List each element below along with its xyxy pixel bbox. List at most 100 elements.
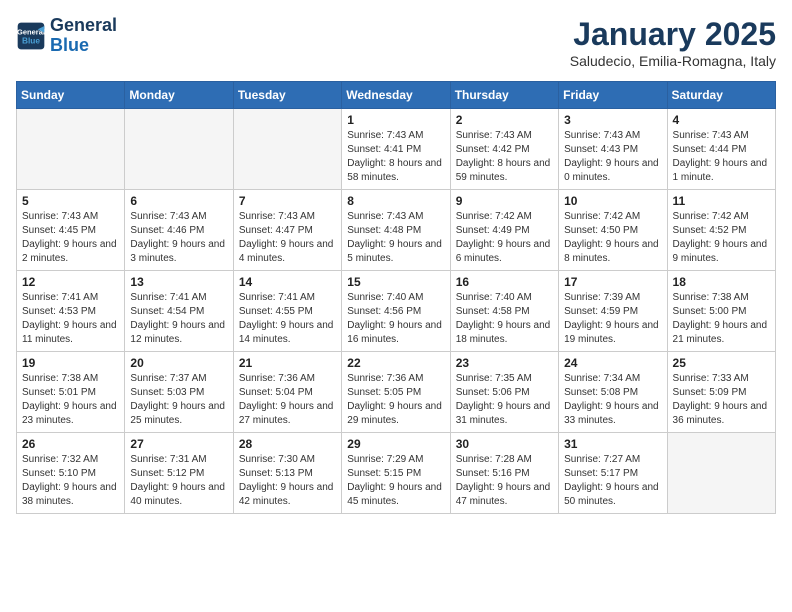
day-number: 22: [347, 356, 444, 370]
day-number: 5: [22, 194, 119, 208]
calendar-cell: 7 Sunrise: 7:43 AMSunset: 4:47 PMDaylight…: [233, 190, 341, 271]
day-number: 28: [239, 437, 336, 451]
calendar-title: January 2025: [570, 16, 776, 53]
page-header: General Blue General Blue January 2025 S…: [16, 16, 776, 69]
calendar-cell: 14 Sunrise: 7:41 AMSunset: 4:55 PMDayligh…: [233, 271, 341, 352]
calendar-cell: 11Sunrise: 7:42 AMSunset: 4:52 PMDayligh…: [667, 190, 775, 271]
calendar-cell: 22 Sunrise: 7:36 AMSunset: 5:05 PMDayligh…: [342, 352, 450, 433]
day-info: Sunrise: 7:43 AMSunset: 4:44 PMDaylight:…: [673, 129, 770, 185]
calendar-cell: [667, 433, 775, 514]
day-number: 11: [673, 194, 770, 208]
calendar-subtitle: Saludecio, Emilia-Romagna, Italy: [570, 53, 776, 69]
calendar-week-row: 19 Sunrise: 7:38 AMSunset: 5:01 PMDayligh…: [17, 352, 776, 433]
calendar-cell: 28 Sunrise: 7:30 AMSunset: 5:13 PMDayligh…: [233, 433, 341, 514]
calendar-cell: 8 Sunrise: 7:43 AMSunset: 4:48 PMDaylight…: [342, 190, 450, 271]
day-info: Sunrise: 7:40 AMSunset: 4:56 PMDaylight:…: [347, 291, 444, 347]
day-info: Sunrise: 7:30 AMSunset: 5:13 PMDaylight:…: [239, 453, 336, 509]
day-header-tuesday: Tuesday: [233, 82, 341, 109]
calendar-cell: 30 Sunrise: 7:28 AMSunset: 5:16 PMDayligh…: [450, 433, 558, 514]
day-number: 21: [239, 356, 336, 370]
calendar-cell: 18Sunrise: 7:38 AMSunset: 5:00 PMDayligh…: [667, 271, 775, 352]
calendar-cell: 25Sunrise: 7:33 AMSunset: 5:09 PMDayligh…: [667, 352, 775, 433]
day-info: Sunrise: 7:43 AMSunset: 4:43 PMDaylight:…: [564, 129, 661, 185]
day-info: Sunrise: 7:41 AMSunset: 4:54 PMDaylight:…: [130, 291, 227, 347]
calendar-table: SundayMondayTuesdayWednesdayThursdayFrid…: [16, 81, 776, 514]
day-number: 30: [456, 437, 553, 451]
day-info: Sunrise: 7:42 AMSunset: 4:49 PMDaylight:…: [456, 210, 553, 266]
day-info: Sunrise: 7:42 AMSunset: 4:50 PMDaylight:…: [564, 210, 661, 266]
day-info: Sunrise: 7:33 AMSunset: 5:09 PMDaylight:…: [673, 372, 770, 428]
calendar-cell: 31 Sunrise: 7:27 AMSunset: 5:17 PMDayligh…: [559, 433, 667, 514]
calendar-week-row: 1 Sunrise: 7:43 AMSunset: 4:41 PMDaylight…: [17, 109, 776, 190]
day-header-thursday: Thursday: [450, 82, 558, 109]
calendar-cell: 6 Sunrise: 7:43 AMSunset: 4:46 PMDaylight…: [125, 190, 233, 271]
calendar-week-row: 26 Sunrise: 7:32 AMSunset: 5:10 PMDayligh…: [17, 433, 776, 514]
day-info: Sunrise: 7:36 AMSunset: 5:05 PMDaylight:…: [347, 372, 444, 428]
day-number: 19: [22, 356, 119, 370]
day-info: Sunrise: 7:35 AMSunset: 5:06 PMDaylight:…: [456, 372, 553, 428]
day-info: Sunrise: 7:43 AMSunset: 4:46 PMDaylight:…: [130, 210, 227, 266]
day-number: 3: [564, 113, 661, 127]
day-number: 31: [564, 437, 661, 451]
logo: General Blue General Blue: [16, 16, 117, 56]
calendar-cell: 4 Sunrise: 7:43 AMSunset: 4:44 PMDaylight…: [667, 109, 775, 190]
calendar-cell: [233, 109, 341, 190]
calendar-cell: 26 Sunrise: 7:32 AMSunset: 5:10 PMDayligh…: [17, 433, 125, 514]
day-number: 8: [347, 194, 444, 208]
day-header-monday: Monday: [125, 82, 233, 109]
day-info: Sunrise: 7:40 AMSunset: 4:58 PMDaylight:…: [456, 291, 553, 347]
calendar-cell: 1 Sunrise: 7:43 AMSunset: 4:41 PMDaylight…: [342, 109, 450, 190]
logo-icon: General Blue: [16, 21, 46, 51]
day-info: Sunrise: 7:31 AMSunset: 5:12 PMDaylight:…: [130, 453, 227, 509]
day-header-sunday: Sunday: [17, 82, 125, 109]
calendar-header-row: SundayMondayTuesdayWednesdayThursdayFrid…: [17, 82, 776, 109]
day-info: Sunrise: 7:43 AMSunset: 4:42 PMDaylight:…: [456, 129, 553, 185]
logo-text-general: General: [50, 16, 117, 36]
calendar-cell: 2 Sunrise: 7:43 AMSunset: 4:42 PMDaylight…: [450, 109, 558, 190]
calendar-cell: [17, 109, 125, 190]
logo-text-blue: Blue: [50, 36, 117, 56]
day-info: Sunrise: 7:43 AMSunset: 4:48 PMDaylight:…: [347, 210, 444, 266]
day-info: Sunrise: 7:41 AMSunset: 4:55 PMDaylight:…: [239, 291, 336, 347]
day-number: 7: [239, 194, 336, 208]
day-number: 12: [22, 275, 119, 289]
day-number: 1: [347, 113, 444, 127]
calendar-cell: [125, 109, 233, 190]
calendar-cell: 23 Sunrise: 7:35 AMSunset: 5:06 PMDayligh…: [450, 352, 558, 433]
day-info: Sunrise: 7:27 AMSunset: 5:17 PMDaylight:…: [564, 453, 661, 509]
day-number: 10: [564, 194, 661, 208]
day-number: 26: [22, 437, 119, 451]
day-number: 2: [456, 113, 553, 127]
day-info: Sunrise: 7:39 AMSunset: 4:59 PMDaylight:…: [564, 291, 661, 347]
day-info: Sunrise: 7:37 AMSunset: 5:03 PMDaylight:…: [130, 372, 227, 428]
day-info: Sunrise: 7:29 AMSunset: 5:15 PMDaylight:…: [347, 453, 444, 509]
calendar-cell: 27Sunrise: 7:31 AMSunset: 5:12 PMDayligh…: [125, 433, 233, 514]
calendar-cell: 20Sunrise: 7:37 AMSunset: 5:03 PMDayligh…: [125, 352, 233, 433]
day-number: 24: [564, 356, 661, 370]
day-number: 13: [130, 275, 227, 289]
day-info: Sunrise: 7:34 AMSunset: 5:08 PMDaylight:…: [564, 372, 661, 428]
calendar-cell: 15Sunrise: 7:40 AMSunset: 4:56 PMDayligh…: [342, 271, 450, 352]
day-number: 17: [564, 275, 661, 289]
title-block: January 2025 Saludecio, Emilia-Romagna, …: [570, 16, 776, 69]
day-info: Sunrise: 7:43 AMSunset: 4:41 PMDaylight:…: [347, 129, 444, 185]
calendar-cell: 12 Sunrise: 7:41 AMSunset: 4:53 PMDayligh…: [17, 271, 125, 352]
day-number: 14: [239, 275, 336, 289]
day-number: 6: [130, 194, 227, 208]
day-info: Sunrise: 7:36 AMSunset: 5:04 PMDaylight:…: [239, 372, 336, 428]
day-number: 4: [673, 113, 770, 127]
day-info: Sunrise: 7:38 AMSunset: 5:01 PMDaylight:…: [22, 372, 119, 428]
calendar-cell: 21 Sunrise: 7:36 AMSunset: 5:04 PMDayligh…: [233, 352, 341, 433]
day-info: Sunrise: 7:41 AMSunset: 4:53 PMDaylight:…: [22, 291, 119, 347]
day-number: 29: [347, 437, 444, 451]
day-number: 16: [456, 275, 553, 289]
day-info: Sunrise: 7:43 AMSunset: 4:47 PMDaylight:…: [239, 210, 336, 266]
day-number: 23: [456, 356, 553, 370]
day-info: Sunrise: 7:32 AMSunset: 5:10 PMDaylight:…: [22, 453, 119, 509]
calendar-cell: 29 Sunrise: 7:29 AMSunset: 5:15 PMDayligh…: [342, 433, 450, 514]
day-info: Sunrise: 7:28 AMSunset: 5:16 PMDaylight:…: [456, 453, 553, 509]
day-info: Sunrise: 7:38 AMSunset: 5:00 PMDaylight:…: [673, 291, 770, 347]
calendar-week-row: 12 Sunrise: 7:41 AMSunset: 4:53 PMDayligh…: [17, 271, 776, 352]
calendar-cell: 10 Sunrise: 7:42 AMSunset: 4:50 PMDayligh…: [559, 190, 667, 271]
day-header-saturday: Saturday: [667, 82, 775, 109]
